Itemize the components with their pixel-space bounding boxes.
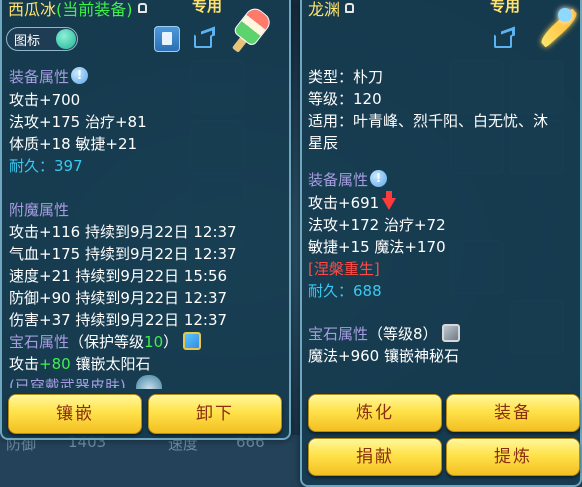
gem-protect-level: 10 [144,333,164,351]
durability: 耐久：688 [308,281,382,301]
item-title: 西瓜冰(当前装备) [8,0,147,20]
gem-header: 宝石属性 [308,325,369,343]
gem-line: 攻击+80 镶嵌太阳石 [9,354,150,374]
gem-header: 宝石属性 [9,333,70,351]
gem-line-suffix: 镶嵌太阳石 [70,355,151,373]
icon-toggle-label: 图标 [14,34,41,49]
gem-protect-suffix: ） [163,333,179,351]
attr-line-text: 攻击+691 [308,194,380,212]
enchant-line: 防御+90 持续到9月22日 12:37 [9,289,228,307]
gem-level: （等级8） [368,325,438,343]
suitable-line: 适用：叶青峰、烈千阳、白无忧、沐 [308,112,549,130]
durability-label: 耐久： [9,157,55,175]
compare-equipment-panel: 龙渊 专用 类型：朴刀 等级：120 适用：叶青峰、烈千阳、白无忧、沐 星辰 装… [300,0,582,487]
item-title: 龙渊 [308,0,355,20]
dragon-blade-item-icon [530,2,581,50]
attr-line: 攻击+700 [9,91,81,109]
exclusive-label: 专用 [490,0,521,15]
popsicle-item-icon [230,4,280,53]
gem-icon[interactable] [182,331,201,350]
equip-button[interactable]: 装备 [446,394,580,432]
gem-line-prefix: 攻击 [9,355,40,373]
attr-header-text: 装备属性 [308,171,369,189]
attr-line: 法攻+175 治疗+81 [9,113,147,131]
enchant-line: 攻击+116 持续到9月22日 12:37 [9,223,237,241]
attr-line: 敏捷+15 魔法+170 [308,238,446,256]
attr-line: 体质+18 敏捷+21 [9,135,138,153]
enchant-line: 气血+175 持续到9月22日 12:37 [9,245,237,263]
refine-button[interactable]: 炼化 [308,394,442,432]
info-icon[interactable]: ! [71,67,89,84]
lock-icon[interactable] [345,2,355,13]
book-icon[interactable] [154,26,180,52]
gem-icon[interactable] [442,323,461,342]
item-name: 龙渊 [308,0,341,19]
donate-button[interactable]: 捐献 [308,438,442,476]
icon-toggle[interactable]: 图标 [6,27,78,51]
type-line: 类型：朴刀 [308,68,384,86]
skin-status-line: (已穿戴武器皮肤) [9,377,126,388]
inlay-button[interactable]: 镶嵌 [8,394,142,434]
item-name: 西瓜冰 [8,0,57,19]
enchant-line: 速度+21 持续到9月22日 15:56 [9,267,228,285]
toggle-knob-icon [56,29,76,49]
attr-header-text: 装备属性 [9,68,70,86]
level-line: 等级：120 [308,90,382,108]
share-icon[interactable] [492,26,518,50]
suitable-line-cont: 星辰 [308,134,339,152]
durability-label: 耐久： [308,282,354,300]
enchant-line: 伤害+37 持续到9月22日 12:37 [9,311,228,329]
durability: 耐久：397 [9,156,83,176]
gem-protect-prefix: （保护等级 [69,333,145,351]
durability-value: 397 [54,157,83,175]
gem-line-value: +80 [39,355,71,373]
scroll-handle[interactable] [136,375,162,389]
current-equipment-panel: 西瓜冰(当前装备) 专用 图标 装备属性! 攻击+700 法攻+175 治疗+8… [0,0,291,440]
attr-header: 装备属性! [9,67,89,87]
decrease-arrow-icon [382,190,397,210]
attr-header: 装备属性! [308,170,388,190]
lock-icon[interactable] [137,2,147,13]
gem-header-row: 宝石属性（保护等级10） [9,331,201,352]
extract-button[interactable]: 提炼 [446,438,580,476]
enchant-header: 附魔属性 [9,201,70,219]
equipped-status: (当前装备) [56,0,133,19]
attr-line: 攻击+691 [308,190,397,213]
rebirth-tag: [涅槃重生] [308,260,380,278]
share-icon[interactable] [192,26,218,50]
exclusive-label: 专用 [192,0,223,15]
unequip-button[interactable]: 卸下 [148,394,282,434]
durability-value: 688 [353,282,382,300]
attr-line: 法攻+172 治疗+72 [308,216,446,234]
gem-line: 魔法+960 镶嵌神秘石 [308,347,459,365]
info-icon[interactable]: ! [370,170,388,187]
gem-header-row: 宝石属性（等级8） [308,323,461,344]
